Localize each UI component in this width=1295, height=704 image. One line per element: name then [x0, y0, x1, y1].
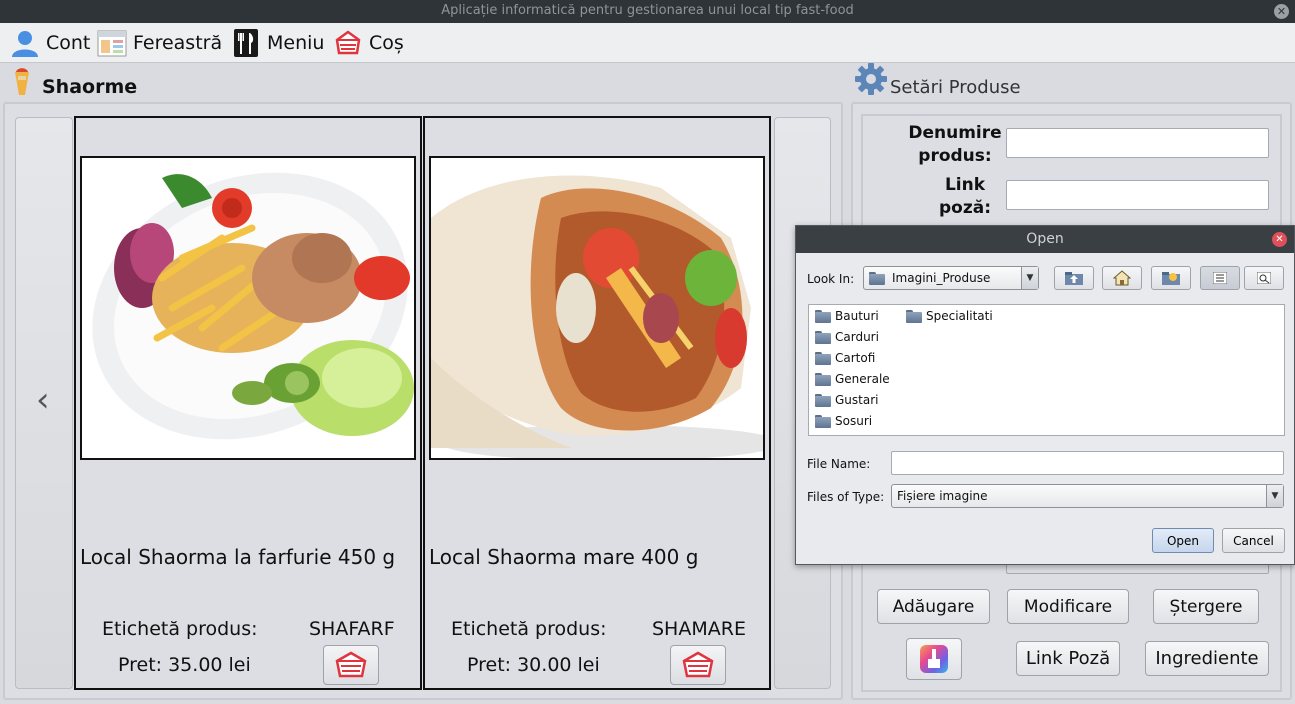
open-file-dialog: Open ✕ Look In: Imagini_Produse ▼ Bautur…: [795, 225, 1295, 565]
window-title: Aplicație informatică pentru gestionarea…: [441, 3, 854, 18]
file-name-label: File Name:: [807, 457, 870, 471]
photo-link-button[interactable]: Link Poză: [1016, 641, 1120, 676]
menu-fereastra-label: Fereastră: [133, 32, 223, 54]
up-folder-icon: [1065, 272, 1083, 285]
file-name-label-text: File Name:: [807, 457, 871, 471]
home-icon: [1113, 270, 1131, 286]
files-of-type-label: Files of Type:: [807, 490, 884, 504]
new-folder-button[interactable]: [1151, 266, 1191, 290]
cutlery-icon: [231, 28, 261, 58]
look-in-value: Imagini_Produse: [892, 271, 991, 285]
menu-meniu-label: Meniu: [267, 32, 325, 54]
folder-icon: [815, 330, 831, 344]
basket-icon: [333, 28, 363, 58]
product-card[interactable]: Local Shaorma mare 400 g Etichetă produs…: [423, 116, 771, 690]
folder-icon: [869, 269, 889, 287]
details-view-icon: [1257, 272, 1271, 284]
product-tag-value: SHAFARF: [309, 618, 395, 640]
menu-cos[interactable]: Coș: [333, 27, 404, 59]
add-to-cart-button[interactable]: [670, 645, 726, 685]
folder-icon: [815, 372, 831, 386]
product-name: Local Shaorma la farfurie 450 g: [80, 545, 396, 569]
folder-icon: [815, 309, 831, 323]
folder-icon: [906, 309, 922, 323]
files-of-type-label-text: Files of Type:: [807, 490, 885, 504]
list-item[interactable]: Carduri: [815, 328, 879, 346]
look-in-combo[interactable]: Imagini_Produse ▼: [863, 266, 1039, 290]
list-item[interactable]: Specialitati: [906, 307, 993, 325]
home-button[interactable]: [1102, 266, 1142, 290]
up-folder-button[interactable]: [1054, 266, 1094, 290]
chevron-left-icon: ‹: [36, 380, 50, 420]
list-item[interactable]: Bauturi: [815, 307, 879, 325]
user-icon: [10, 28, 40, 58]
open-button[interactable]: Open: [1152, 528, 1214, 553]
gear-icon: [854, 62, 888, 96]
ingredients-button[interactable]: Ingrediente: [1145, 641, 1269, 676]
list-item[interactable]: Gustari: [815, 391, 878, 409]
folder-icon: [815, 414, 831, 428]
window-icon: [97, 28, 127, 58]
files-of-type-combo[interactable]: Fișiere imagine ▼: [891, 484, 1284, 508]
brush-icon: [920, 645, 948, 673]
add-to-cart-button[interactable]: [323, 645, 379, 685]
menu-meniu[interactable]: Meniu: [231, 27, 324, 59]
photo-link-input[interactable]: [1006, 180, 1269, 210]
product-price: Pret: 30.00 lei: [467, 654, 600, 676]
product-photo-shawarma-wrap: [429, 156, 765, 460]
product-tag-value: SHAMARE: [652, 618, 746, 640]
shaorme-icon: [11, 66, 33, 96]
dialog-close-button[interactable]: ✕: [1272, 232, 1287, 247]
photo-link-label: Link poză:: [938, 175, 991, 218]
add-button[interactable]: Adăugare: [877, 589, 990, 624]
menu-cos-label: Coș: [369, 32, 404, 54]
list-item[interactable]: Sosuri: [815, 412, 872, 430]
file-list[interactable]: Bauturi Carduri Cartofi Generale Gustari…: [808, 304, 1285, 436]
files-of-type-value: Fișiere imagine: [897, 489, 988, 503]
folder-icon: [815, 351, 831, 365]
list-item[interactable]: Cartofi: [815, 349, 875, 367]
chevron-down-icon: ▼: [1266, 485, 1283, 507]
product-tag-label: Etichetă produs:: [102, 618, 258, 640]
new-folder-icon: [1162, 272, 1180, 285]
basket-icon: [682, 651, 714, 678]
menu-cont[interactable]: Cont: [10, 27, 90, 59]
chevron-down-icon: ▼: [1021, 267, 1038, 289]
product-tag-label: Etichetă produs:: [451, 618, 607, 640]
dialog-title: Open: [1026, 231, 1064, 247]
product-photo-shawarma-plate: [80, 156, 416, 460]
menu-cont-label: Cont: [46, 32, 91, 54]
clear-form-button[interactable]: [906, 638, 962, 680]
product-name-label: Denumire produs:: [908, 123, 1002, 166]
product-name: Local Shaorma mare 400 g: [429, 545, 699, 569]
product-price: Pret: 35.00 lei: [118, 654, 251, 676]
menu-fereastra[interactable]: Fereastră: [97, 27, 222, 59]
settings-section-title: Setări Produse: [890, 77, 1021, 98]
cancel-button[interactable]: Cancel: [1222, 528, 1285, 553]
details-view-button[interactable]: [1244, 266, 1284, 290]
menu-bar: Cont Fereastră Meniu Coș: [0, 23, 1295, 63]
list-item[interactable]: Generale: [815, 370, 890, 388]
delete-button[interactable]: Ștergere: [1153, 589, 1259, 624]
modify-button[interactable]: Modificare: [1007, 589, 1129, 624]
window-titlebar: Aplicație informatică pentru gestionarea…: [0, 0, 1295, 23]
product-name-input[interactable]: [1006, 128, 1269, 158]
carousel-prev-button[interactable]: ‹: [15, 117, 73, 689]
folder-icon: [815, 393, 831, 407]
dialog-titlebar: Open ✕: [796, 226, 1294, 253]
list-view-icon: [1213, 272, 1227, 284]
look-in-label: Look In:: [807, 272, 855, 286]
window-close-button[interactable]: ✕: [1274, 4, 1289, 19]
list-view-button[interactable]: [1200, 266, 1240, 290]
product-card[interactable]: Local Shaorma la farfurie 450 g Etichetă…: [74, 116, 422, 690]
basket-icon: [335, 651, 367, 678]
products-section-title: Shaorme: [42, 76, 138, 98]
file-name-input[interactable]: [891, 451, 1284, 475]
